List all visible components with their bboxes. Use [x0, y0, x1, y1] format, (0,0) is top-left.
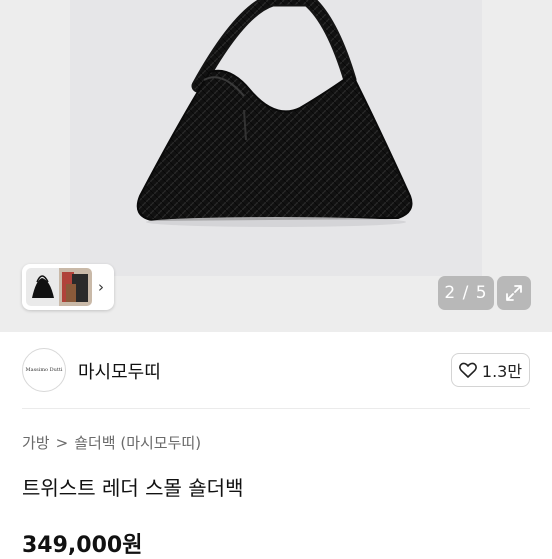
expand-icon[interactable]	[497, 276, 531, 310]
seller-logo-text: Massimo Dutti	[25, 367, 63, 373]
breadcrumb-subcategory[interactable]: 숄더백 (마시모두띠)	[74, 432, 201, 453]
breadcrumb: 가방 > 숄더백 (마시모두띠)	[22, 432, 201, 453]
thumbnail-strip[interactable]: ›	[22, 264, 114, 310]
seller-avatar[interactable]: Massimo Dutti	[22, 348, 66, 392]
image-counter: 2 / 5	[438, 276, 494, 310]
seller-section[interactable]: Massimo Dutti 마시모두띠 1.3만	[0, 332, 552, 408]
breadcrumb-category[interactable]: 가방	[22, 432, 50, 453]
thumbnail-images[interactable]	[26, 268, 92, 306]
section-divider	[22, 408, 530, 409]
like-count: 1.3만	[481, 362, 523, 381]
like-button[interactable]: 1.3만	[451, 353, 530, 387]
product-price: 349,000원	[22, 533, 143, 558]
product-title: 트위스트 레더 스몰 숄더백	[22, 476, 244, 500]
heart-icon	[458, 362, 477, 378]
product-image-gallery[interactable]: › 2 / 5	[0, 0, 552, 332]
thumbnail-next-chevron-icon[interactable]: ›	[92, 268, 110, 306]
chevron-right-icon: >	[55, 433, 69, 452]
seller-name[interactable]: 마시모두띠	[78, 358, 161, 384]
